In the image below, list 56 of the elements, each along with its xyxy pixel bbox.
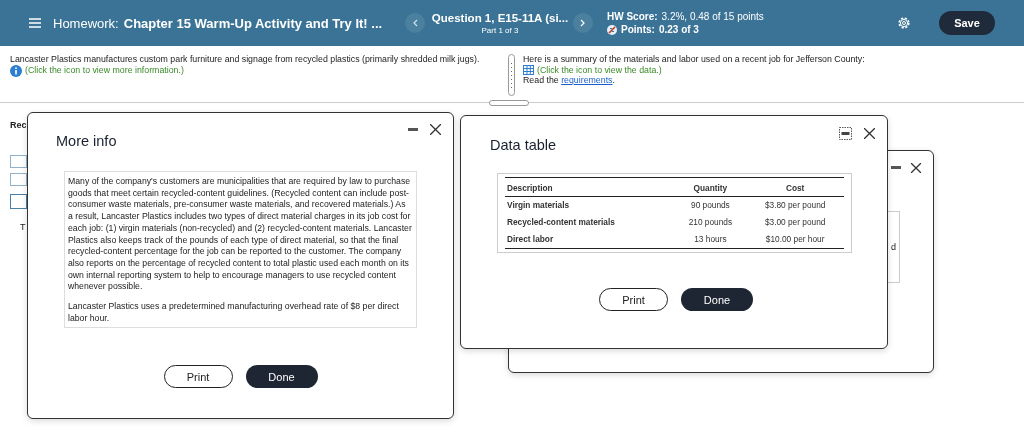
close-icon[interactable] <box>864 128 875 139</box>
minimize-icon[interactable] <box>408 127 418 132</box>
part-label: Part 1 of 3 <box>481 25 519 35</box>
minimize-icon[interactable] <box>891 166 901 170</box>
table-cell: $10.00 per hour <box>746 231 844 249</box>
requirements-text: Read the requirements. <box>523 75 616 86</box>
table-cell-text: 210 pounds <box>687 216 734 229</box>
column-header: Cost <box>746 177 844 197</box>
answer-box[interactable] <box>10 173 27 186</box>
data-hint: (Click the icon to view the data.) <box>537 64 662 75</box>
answer-box[interactable] <box>10 155 27 168</box>
section-heading: Rec <box>10 120 27 130</box>
pane-resize-handle[interactable] <box>489 100 529 106</box>
table-cell-text: Recycled-content materials <box>506 216 616 229</box>
column-header: Description <box>505 177 675 197</box>
points-label: Points: <box>621 24 655 35</box>
column-header: Quantity <box>674 177 747 197</box>
score-value: 3.2%, 0.48 of 15 points <box>661 11 764 22</box>
dialog-title: More info <box>55 132 117 149</box>
close-icon[interactable] <box>430 124 441 135</box>
info-paragraph: Many of the company's customers are municipalities that are required by law to purchase goods that meet certain recycled-content guidelines. (Recycled content can include post-consumer waste materials, pre-consumer waste materials, and recovered materials.) As a result, Lancaster Plastics includes two types of direct material charges in its job cost for each job: (1) virgin materials (non-recycled) and (2) recycled-content materials. Lancaster Plastics also keeps track of the pounds of each type of direct material, so that the final recycled-content percentage for the job can be reported to the customer. The company also reports on the percentage of recycled content to total plastic used each month on its own internal reporting system to help to encourage managers to use recycled content whenever possible. <box>68 176 412 294</box>
done-button[interactable]: Done <box>681 288 753 311</box>
table-cell: $3.80 per pound <box>746 196 844 214</box>
answer-box[interactable] <box>10 194 27 209</box>
homework-label: Homework: <box>53 15 119 31</box>
table-cell-text: $3.00 per pound <box>763 216 827 229</box>
table-cell: Virgin materials <box>505 196 675 214</box>
save-button[interactable]: Save <box>939 11 995 35</box>
table-cell: 13 hours <box>674 231 747 249</box>
assignment-title: Chapter 15 Warm-Up Activity and Try It! ... <box>123 15 383 31</box>
chevron-left-icon <box>412 19 418 27</box>
done-button[interactable]: Done <box>245 365 318 389</box>
settings-icon[interactable] <box>897 16 911 30</box>
pane-splitter-handle[interactable] <box>508 54 515 96</box>
print-button[interactable]: Print <box>163 365 233 389</box>
table-icon[interactable] <box>523 64 534 75</box>
text-fragment: d <box>891 242 896 252</box>
minimize-icon[interactable] <box>839 127 852 140</box>
info-hint: (Click the icon to view more information.) <box>25 65 184 76</box>
requirements-link[interactable]: requirements <box>561 75 613 85</box>
close-icon[interactable] <box>911 163 921 173</box>
points-value: 0.23 of 3 <box>658 24 699 35</box>
info-paragraph: Lancaster Plastics uses a predetermined manufacturing overhead rate of $8 per direct labor hour. <box>68 301 400 325</box>
score-label: HW Score: <box>607 11 658 22</box>
problem-text: Lancaster Plastics manufactures custom park furniture and signage from recycled plastics (primarily shredded milk jugs). <box>10 54 481 65</box>
row-label: T <box>20 222 26 232</box>
summary-text: Here is a summary of the materials and labor used on a recent job for Jefferson County: <box>523 54 866 65</box>
dialog-title: Data table <box>489 136 557 153</box>
table-cell: 90 pounds <box>674 196 747 214</box>
table-cell: Direct labor <box>505 231 675 249</box>
menu-icon[interactable] <box>29 18 41 28</box>
partial-credit-icon <box>607 24 617 35</box>
print-button[interactable]: Print <box>599 288 668 311</box>
info-icon[interactable] <box>10 64 22 77</box>
chevron-right-icon <box>580 19 586 27</box>
question-title: Question 1, E15-11A (si... <box>431 11 569 24</box>
